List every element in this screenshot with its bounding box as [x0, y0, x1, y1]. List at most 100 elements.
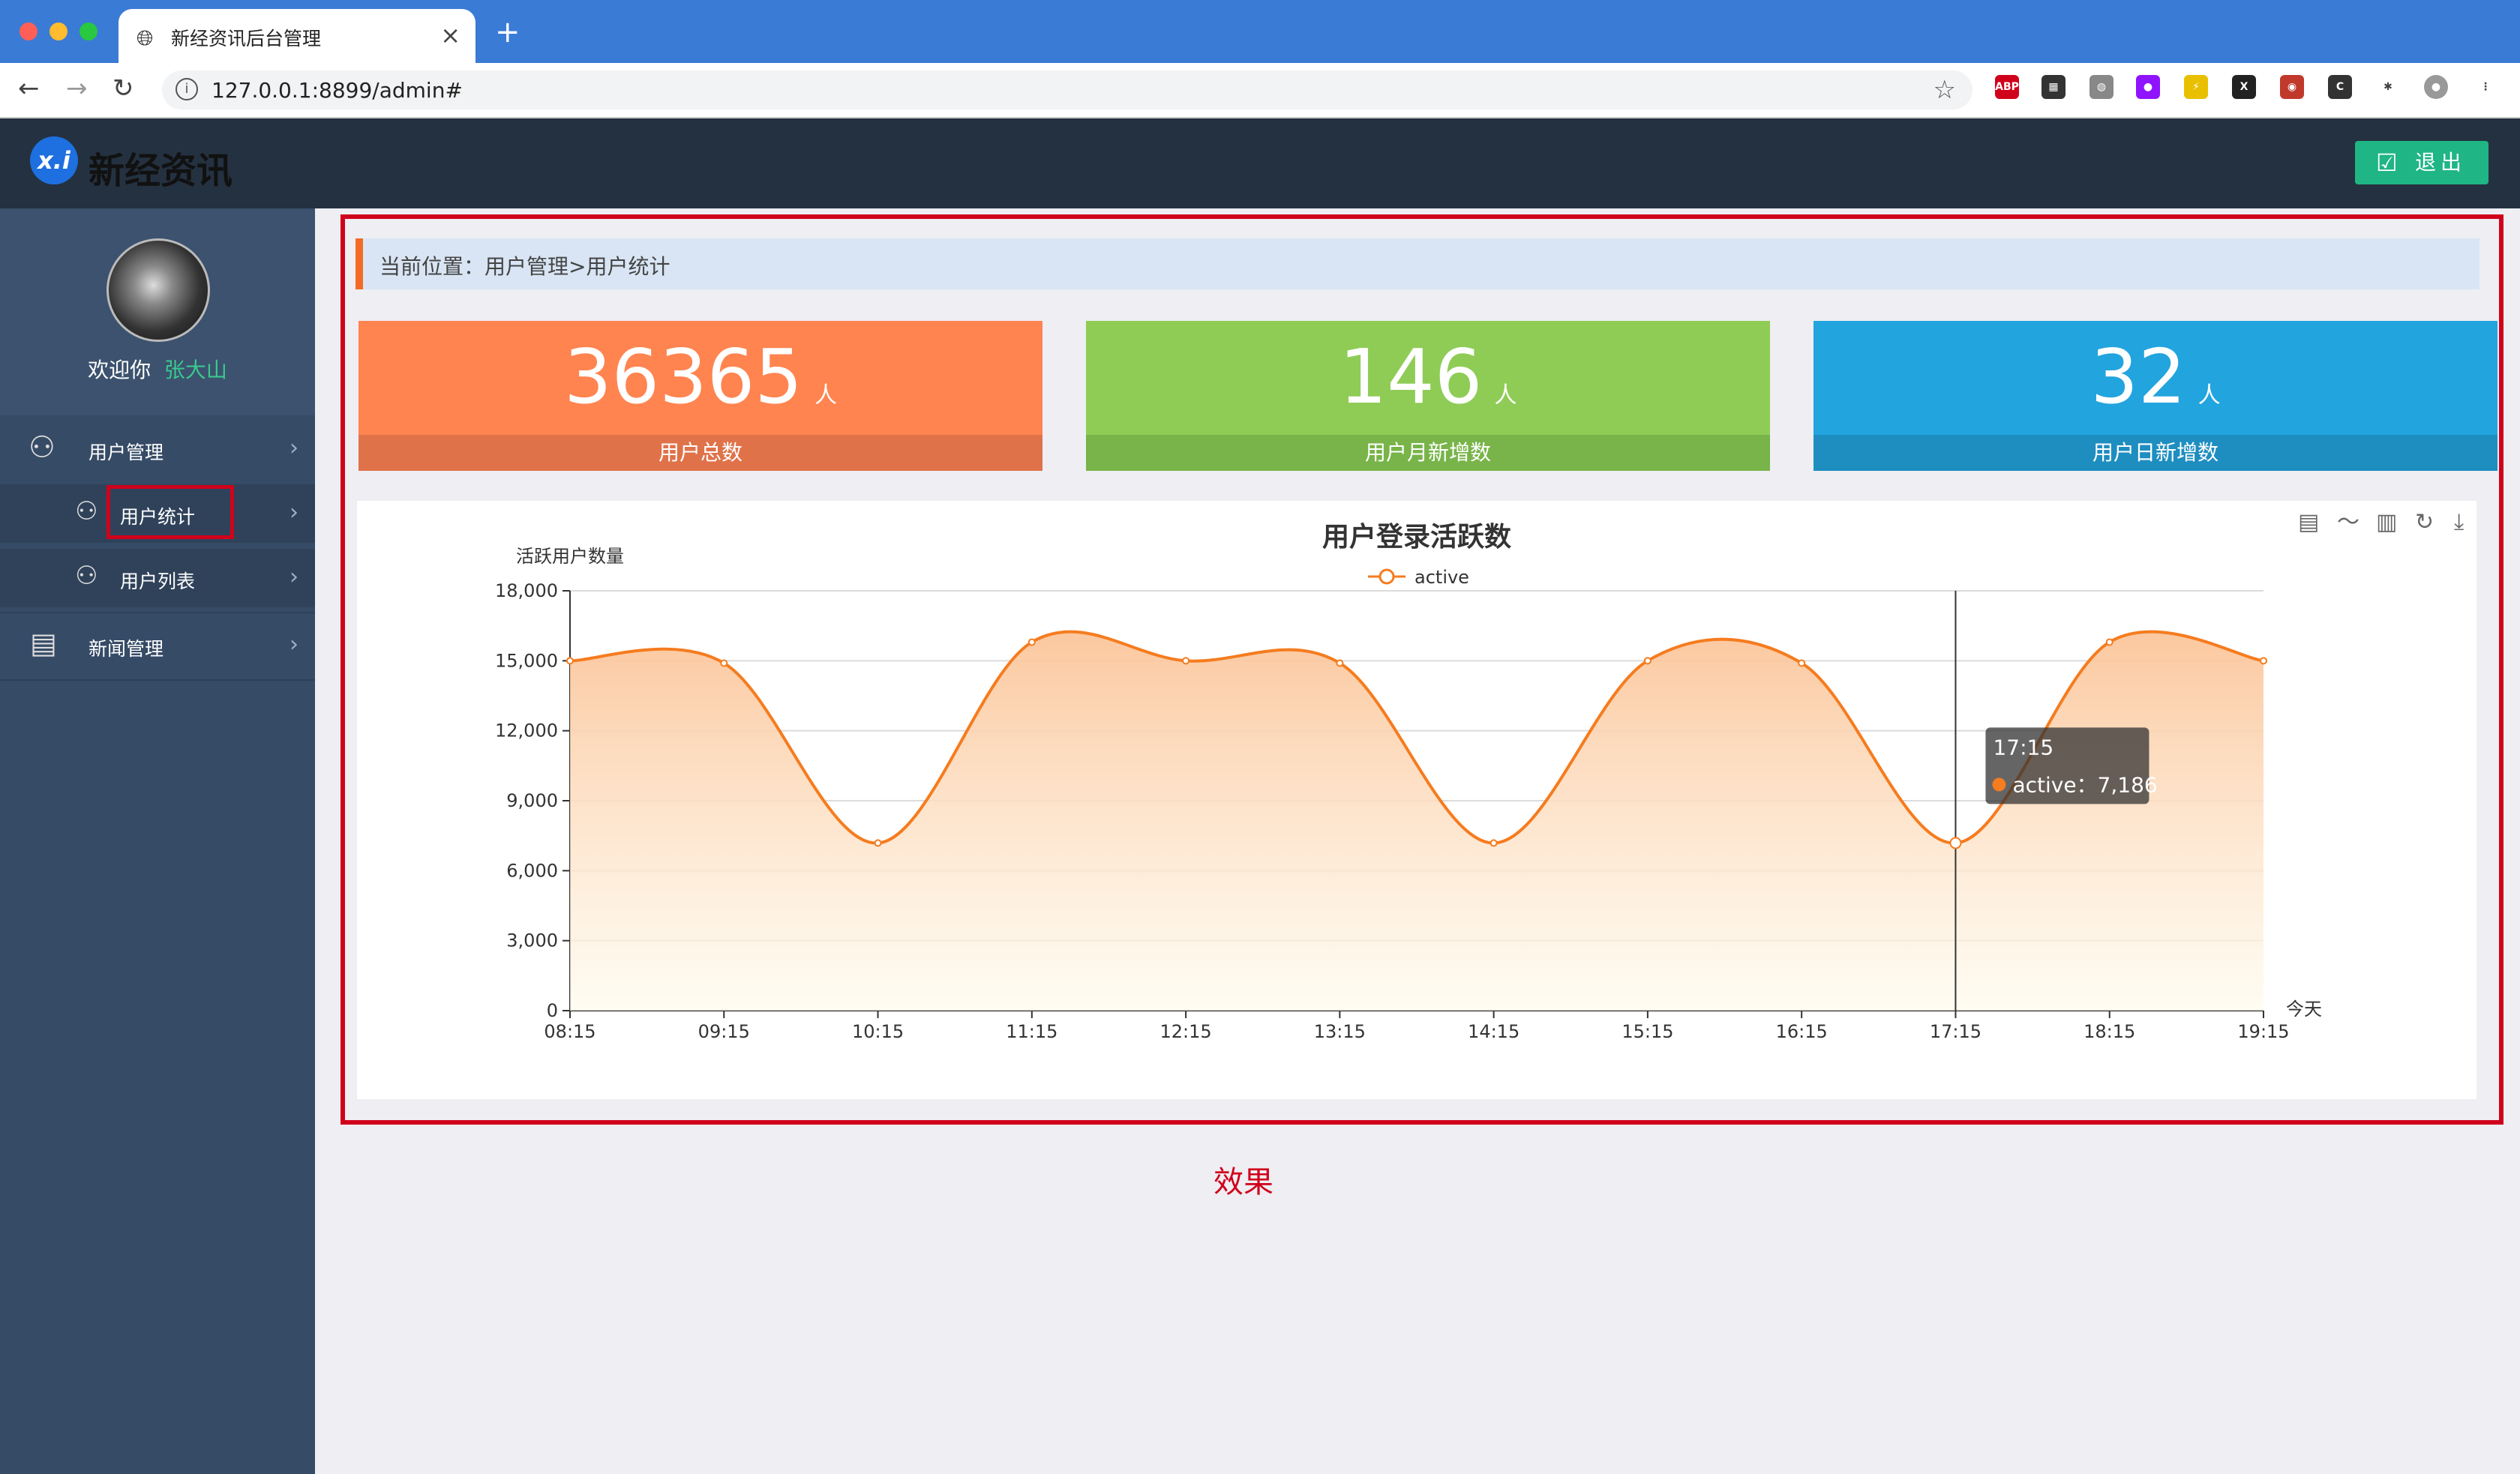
forward-icon[interactable]: →	[66, 73, 88, 103]
data-point	[2260, 657, 2267, 665]
data-point	[1182, 657, 1190, 665]
x-tick-label: 16:15	[1776, 1021, 1828, 1042]
menu-divider	[0, 679, 315, 681]
stat-value-wrap: 32 人	[1814, 333, 2498, 421]
data-point	[566, 657, 574, 665]
browser-tab[interactable]: 🌐︎ 新经资讯后台管理 ×	[118, 9, 476, 63]
users-icon: ⚇	[75, 496, 98, 526]
tab-close-button[interactable]: ×	[440, 21, 460, 49]
stat-value: 36365	[563, 333, 803, 421]
chevron-right-icon: ›	[290, 499, 298, 526]
stat-value: 146	[1339, 333, 1483, 421]
x-extension-icon[interactable]: X	[2232, 75, 2256, 99]
y-tick-label: 12,000	[495, 721, 558, 741]
stat-value-wrap: 146 人	[1086, 333, 1770, 421]
stat-card-total-users: 36365 人 用户总数	[358, 321, 1042, 471]
bookmark-star-icon[interactable]: ☆	[1934, 75, 1956, 105]
data-point	[720, 659, 728, 667]
highlight-annotation	[106, 485, 234, 539]
data-point	[1798, 659, 1806, 667]
globe-extension-icon[interactable]: ◍	[2090, 75, 2114, 99]
tooltip-title: 17:15	[1993, 735, 2054, 759]
sidebar-item-user-management[interactable]: ⚇ 用户管理 ›	[0, 420, 315, 478]
edit-icon: ☑	[2376, 148, 2398, 177]
data-point	[1643, 657, 1652, 665]
stat-label: 用户日新增数	[1814, 435, 2498, 471]
x-tick-label: 15:15	[1622, 1021, 1673, 1042]
info-icon[interactable]: i	[176, 78, 198, 100]
profile-icon[interactable]: ●	[2424, 75, 2448, 99]
chart-card: 用户登录活跃数 active 活跃用户数量 0 3,000 6,000 9,000 12,00…	[357, 501, 2476, 1099]
address-bar[interactable]: i 127.0.0.1:8899/admin# ☆	[162, 70, 1972, 109]
more-icon[interactable]: ⋮	[2474, 75, 2498, 99]
qr-extension-icon[interactable]: ▦	[2042, 75, 2066, 99]
y-tick-label: 0	[547, 1000, 558, 1021]
legend-marker	[1378, 568, 1395, 585]
y-tick-label: 9,000	[506, 790, 558, 811]
stat-unit: 人	[1494, 382, 1517, 409]
data-point	[1490, 839, 1498, 847]
logout-button[interactable]: ☑ 退出	[2355, 141, 2488, 184]
x-tick-label: 08:15	[544, 1021, 596, 1042]
sidebar-item-news-management[interactable]: ▤ 新闻管理 ›	[0, 616, 315, 675]
user-list-icon: ⚇	[75, 561, 98, 591]
line-chart-icon[interactable]: 〜	[2337, 509, 2360, 535]
app-header: x.i 新经资讯 ☑ 退出	[0, 118, 2520, 208]
x-axis-label: 今天	[2286, 999, 2322, 1020]
welcome-label: 欢迎你	[88, 358, 152, 382]
data-point	[2105, 638, 2114, 646]
stat-label: 用户月新增数	[1086, 435, 1770, 471]
reload-icon[interactable]: ↻	[112, 73, 134, 103]
sidebar-item-label: 新闻管理	[88, 638, 164, 660]
x-tick-label: 14:15	[1468, 1021, 1520, 1042]
data-point	[1028, 638, 1036, 646]
stat-card-monthly-new: 146 人 用户月新增数	[1086, 321, 1770, 471]
x-tick-label: 17:15	[1930, 1021, 1982, 1042]
restore-icon[interactable]: ↻	[2415, 509, 2434, 535]
logo-icon: x.i	[30, 136, 78, 184]
x-tick-label: 09:15	[698, 1021, 750, 1042]
x-tick-label: 18:15	[2084, 1021, 2135, 1042]
x-tick-label: 10:15	[852, 1021, 904, 1042]
url-text[interactable]: 127.0.0.1:8899/admin#	[212, 78, 463, 103]
stat-card-daily-new: 32 人 用户日新增数	[1814, 321, 2498, 471]
c-extension-icon[interactable]: C	[2328, 75, 2352, 99]
chevron-right-icon: ›	[290, 631, 298, 658]
user-profile: 欢迎你 张大山	[0, 208, 315, 415]
purple-extension-icon[interactable]: ●	[2136, 75, 2160, 99]
breadcrumb-text: 当前位置：用户管理>用户统计	[380, 254, 670, 279]
welcome-text: 欢迎你 张大山	[0, 354, 315, 384]
stat-value: 32	[2090, 333, 2186, 421]
lightning-extension-icon[interactable]: ⚡	[2184, 75, 2208, 99]
x-tick-label: 12:15	[1160, 1021, 1212, 1042]
tab-title: 新经资讯后台管理	[171, 28, 322, 49]
activity-chart: 用户登录活跃数 active 活跃用户数量 0 3,000 6,000 9,000 12,00…	[495, 509, 2464, 1042]
new-tab-button[interactable]: +	[495, 15, 520, 49]
stat-value-wrap: 36365 人	[358, 333, 1042, 421]
maximize-window-button[interactable]	[80, 22, 98, 40]
logo-text: 新经资讯	[88, 150, 233, 192]
close-window-button[interactable]	[20, 22, 38, 40]
tooltip-marker	[1992, 777, 2006, 792]
browser-tab-bar: 🌐︎ 新经资讯后台管理 × +	[0, 0, 2520, 63]
legend-label: active	[1414, 567, 1469, 588]
save-image-icon[interactable]: ⤓	[2454, 509, 2464, 535]
flag-extension-icon[interactable]: ◉	[2280, 75, 2304, 99]
back-icon[interactable]: ←	[18, 73, 40, 103]
data-view-icon[interactable]: ▤	[2298, 509, 2319, 535]
bar-chart-icon[interactable]: ▥	[2376, 509, 2397, 535]
globe-icon: 🌐︎	[136, 25, 154, 50]
abp-extension-icon[interactable]: ABP	[1995, 75, 2019, 99]
sidebar: 欢迎你 张大山 ⚇ 用户管理 › ⚇ 用户统计 › ⚇ 用户列表 › ▤ 新闻管…	[0, 208, 315, 1474]
data-point	[1336, 659, 1344, 667]
avatar	[106, 238, 210, 342]
puzzle-extension-icon[interactable]: ✱	[2376, 75, 2400, 99]
y-tick-label: 3,000	[506, 930, 558, 951]
sidebar-item-label: 用户列表	[120, 571, 196, 592]
sidebar-item-user-list[interactable]: ⚇ 用户列表 ›	[0, 549, 315, 607]
minimize-window-button[interactable]	[50, 22, 68, 40]
y-axis-label: 活跃用户数量	[516, 546, 624, 567]
stat-unit: 人	[2198, 382, 2221, 409]
logout-label: 退出	[2415, 150, 2467, 175]
y-tick-label: 18,000	[495, 580, 558, 601]
